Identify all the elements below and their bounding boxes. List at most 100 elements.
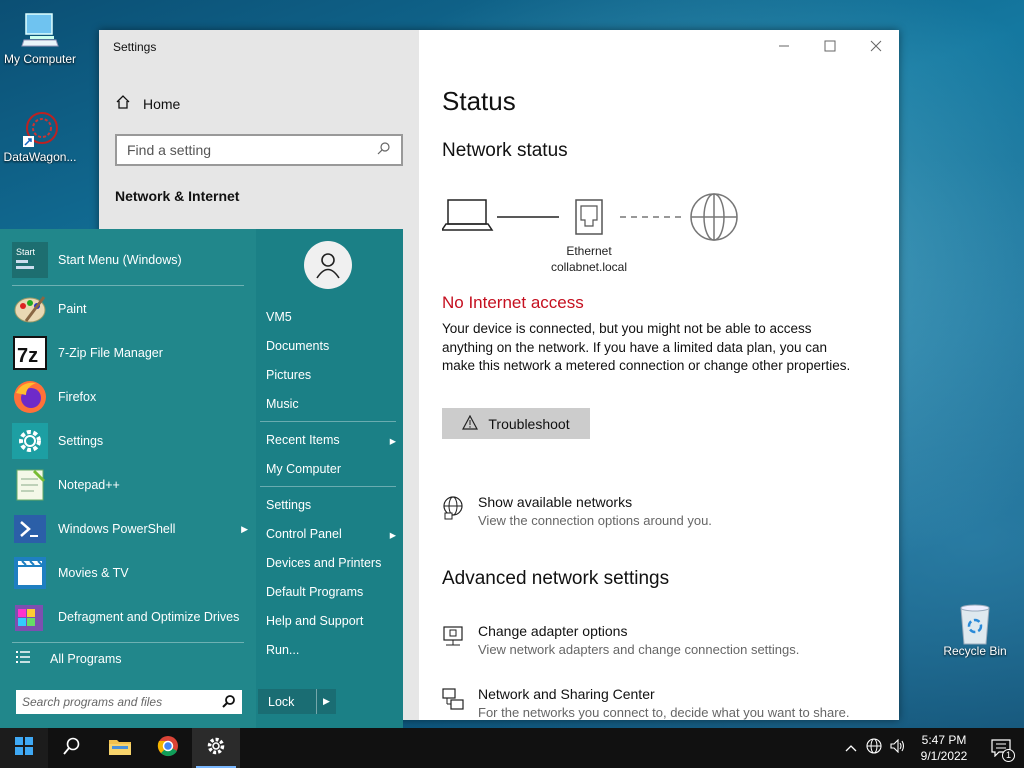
place-item-my-computer[interactable]: My Computer	[266, 462, 396, 476]
clock[interactable]: 5:47 PM 9/1/2022	[910, 732, 978, 764]
program-start-menu[interactable]: Start Start Menu (Windows)	[12, 239, 242, 281]
place-item-pictures[interactable]: Pictures	[266, 368, 396, 382]
show-networks-subtitle: View the connection options around you.	[478, 513, 712, 528]
find-setting-input[interactable]	[127, 142, 367, 158]
taskbar-settings[interactable]	[192, 728, 240, 768]
place-label: Pictures	[266, 368, 312, 382]
troubleshoot-button[interactable]: Troubleshoot	[442, 408, 590, 439]
program-search-box[interactable]	[16, 690, 242, 714]
computer-icon	[20, 10, 60, 50]
program-powershell[interactable]: Windows PowerShell ▶	[12, 508, 248, 550]
lock-button[interactable]: Lock ▶	[258, 689, 336, 714]
section-heading: Network & Internet	[115, 188, 240, 204]
lock-options-arrow-icon[interactable]: ▶	[316, 689, 336, 714]
program-label: Firefox	[58, 389, 97, 404]
program-settings[interactable]: Settings	[12, 420, 242, 462]
program-7zip[interactable]: 7z 7-Zip File Manager	[12, 332, 242, 374]
user-avatar[interactable]	[304, 241, 352, 289]
adapter-domain: collabnet.local	[550, 260, 628, 274]
divider	[260, 421, 396, 422]
advanced-settings-heading: Advanced network settings	[442, 568, 670, 589]
divider	[12, 285, 244, 286]
program-notepadpp[interactable]: Notepad++	[12, 464, 242, 506]
place-label: My Computer	[266, 462, 342, 476]
place-item-run[interactable]: Run...	[266, 643, 396, 657]
place-item-help-support[interactable]: Help and Support	[266, 614, 396, 628]
place-label: Control Panel	[266, 527, 342, 541]
place-item-user[interactable]: VM5	[266, 310, 396, 324]
place-label: Default Programs	[266, 585, 364, 599]
search-icon[interactable]	[222, 694, 236, 711]
notification-center-icon[interactable]: 1	[978, 739, 1024, 762]
gear-icon	[12, 423, 48, 459]
notification-count-badge: 1	[1002, 749, 1015, 762]
change-adapter-subtitle: View network adapters and change connect…	[478, 642, 800, 657]
recycle-bin-icon	[955, 602, 995, 645]
place-item-settings[interactable]: Settings	[266, 498, 396, 512]
program-label: Start Menu (Windows)	[58, 252, 182, 267]
globe-icon	[690, 193, 738, 241]
defrag-icon	[12, 599, 48, 635]
lock-label: Lock	[268, 694, 295, 709]
find-setting-box[interactable]	[115, 134, 403, 166]
program-label: Defragment and Optimize Drives	[58, 609, 240, 624]
powershell-icon	[12, 511, 48, 547]
datawagon-icon	[20, 108, 60, 148]
desktop-icon-label: Recycle Bin	[943, 644, 1007, 658]
status-description: Your device is connected, but you might …	[442, 321, 851, 373]
show-networks-link[interactable]: Show available networks View the connect…	[442, 494, 882, 528]
page-title: Status	[442, 86, 516, 116]
place-item-documents[interactable]: Documents	[266, 339, 396, 353]
taskbar: 5:47 PM 9/1/2022 1	[0, 728, 1024, 768]
program-label: 7-Zip File Manager	[58, 345, 163, 360]
taskbar-search-button[interactable]	[48, 728, 96, 768]
program-search-input[interactable]	[22, 695, 212, 709]
program-paint[interactable]: Paint	[12, 288, 242, 330]
program-firefox[interactable]: Firefox	[12, 376, 242, 418]
globe-network-icon	[442, 496, 464, 520]
home-icon	[115, 94, 131, 113]
place-label: Settings	[266, 498, 312, 512]
desktop-icon-label: DataWagon...	[3, 150, 77, 164]
place-item-recent-items[interactable]: Recent Items ▸	[266, 433, 396, 448]
place-item-devices-printers[interactable]: Devices and Printers	[266, 556, 396, 570]
place-item-default-programs[interactable]: Default Programs	[266, 585, 396, 599]
sharing-center-title: Network and Sharing Center	[478, 686, 655, 702]
submenu-arrow-icon: ▸	[389, 434, 396, 448]
notepad-icon	[12, 467, 48, 503]
minimize-button[interactable]	[761, 30, 807, 62]
list-icon	[16, 651, 30, 666]
chrome-icon	[157, 735, 179, 762]
gear-icon	[206, 736, 226, 761]
all-programs-button[interactable]: All Programs	[16, 651, 122, 666]
place-label: Run...	[266, 643, 300, 657]
start-button[interactable]	[0, 728, 48, 768]
start-menu-programs: Start Start Menu (Windows) Paint 7z 7-Zi…	[0, 229, 254, 728]
place-item-control-panel[interactable]: Control Panel ▸	[266, 527, 396, 542]
paint-icon	[12, 291, 48, 327]
chevron-up-icon[interactable]	[840, 739, 862, 757]
7zip-icon: 7z	[12, 335, 48, 371]
desktop-icon-recycle-bin[interactable]: Recycle Bin	[935, 602, 1015, 658]
program-defrag[interactable]: Defragment and Optimize Drives	[12, 596, 242, 638]
firefox-icon	[12, 379, 48, 415]
taskbar-chrome[interactable]	[144, 728, 192, 768]
taskbar-file-explorer[interactable]	[96, 728, 144, 768]
place-item-music[interactable]: Music	[266, 397, 396, 411]
search-icon	[377, 141, 391, 160]
place-label: Music	[266, 397, 299, 411]
home-link[interactable]: Home	[115, 94, 180, 113]
change-adapter-link[interactable]: Change adapter options View network adap…	[442, 623, 882, 657]
adapter-label: Ethernet collabnet.local	[532, 243, 646, 275]
close-button[interactable]	[853, 30, 899, 62]
sharing-center-link[interactable]: Network and Sharing Center For the netwo…	[442, 686, 882, 720]
network-globe-icon[interactable]	[862, 737, 886, 759]
window-controls	[761, 30, 899, 62]
maximize-button[interactable]	[807, 30, 853, 62]
desktop-icon-datawagon[interactable]: DataWagon...	[0, 108, 80, 164]
desktop-icon-my-computer[interactable]: My Computer	[0, 10, 80, 66]
system-tray: 5:47 PM 9/1/2022 1	[840, 728, 1024, 768]
place-label: VM5	[266, 310, 292, 324]
volume-icon[interactable]	[886, 738, 910, 758]
program-movies-tv[interactable]: Movies & TV	[12, 552, 242, 594]
